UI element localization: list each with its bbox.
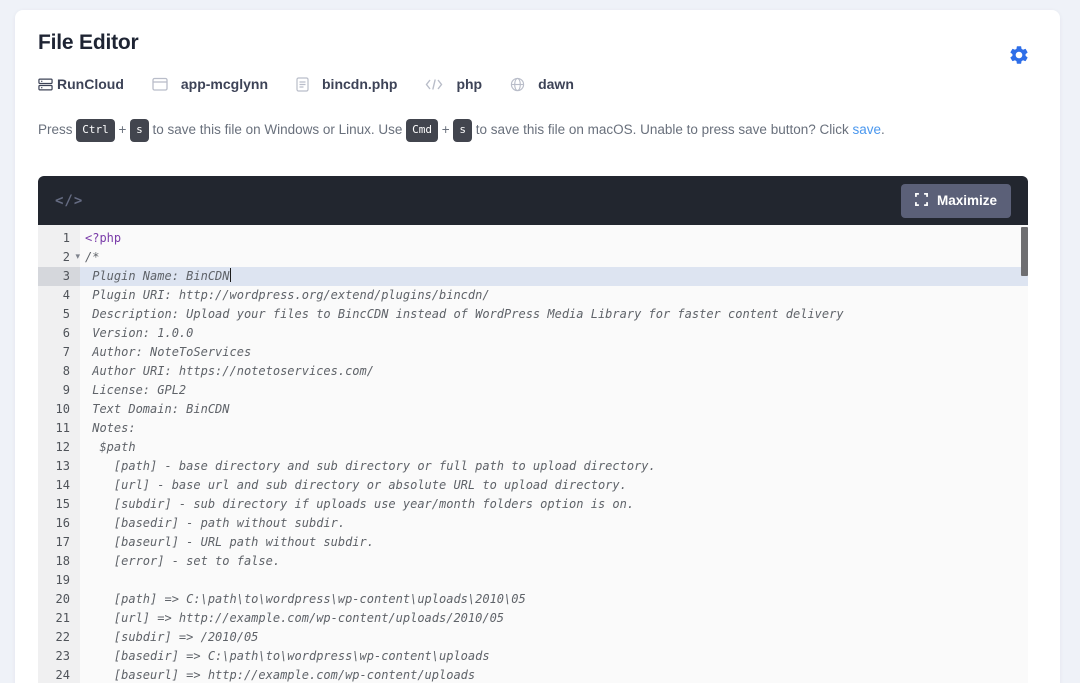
save-link[interactable]: save bbox=[852, 122, 881, 137]
gutter-line-number[interactable]: 21 bbox=[38, 609, 80, 628]
text-cursor bbox=[229, 268, 231, 282]
code-line[interactable]: Author: NoteToServices bbox=[80, 343, 1028, 362]
gutter-line-number[interactable]: 6 bbox=[38, 324, 80, 343]
code-line[interactable]: [error] - set to false. bbox=[80, 552, 1028, 571]
code-line[interactable]: Plugin URI: http://wordpress.org/extend/… bbox=[80, 286, 1028, 305]
gutter-line-number[interactable]: 17 bbox=[38, 533, 80, 552]
breadcrumb-label: dawn bbox=[538, 76, 574, 92]
gutter-line-number[interactable]: 1 bbox=[38, 229, 80, 248]
code-editor: </> Maximize 1 2 ▾ 3 4 5 6 7 8 9 10 11 12 13 14 15 16 17 1… bbox=[38, 176, 1028, 683]
gutter-line-number[interactable]: 14 bbox=[38, 476, 80, 495]
instruction-text: . bbox=[881, 122, 885, 137]
window-icon bbox=[152, 77, 168, 92]
code-line[interactable]: Text Domain: BinCDN bbox=[80, 400, 1028, 419]
gutter-line-number[interactable]: 19 bbox=[38, 571, 80, 590]
kbd-s: s bbox=[130, 119, 149, 142]
instruction-text: + bbox=[438, 122, 454, 137]
gutter-line-number[interactable]: 15 bbox=[38, 495, 80, 514]
code-line[interactable]: [subdir] => /2010/05 bbox=[80, 628, 1028, 647]
code-line[interactable]: <?php bbox=[80, 229, 1028, 248]
gutter-line-number[interactable]: 16 bbox=[38, 514, 80, 533]
gutter-line-number[interactable]: 20 bbox=[38, 590, 80, 609]
code-line[interactable]: Description: Upload your files to BincCD… bbox=[80, 305, 1028, 324]
settings-gear-button[interactable] bbox=[1008, 44, 1030, 66]
code-line[interactable]: [baseurl] - URL path without subdir. bbox=[80, 533, 1028, 552]
gutter-line-number[interactable]: 12 bbox=[38, 438, 80, 457]
code-line[interactable]: Plugin Name: BinCDN bbox=[80, 267, 1028, 286]
gear-icon bbox=[1008, 46, 1030, 69]
breadcrumb-label: php bbox=[456, 76, 483, 92]
breadcrumb-item-bincdn-php: bincdn.php bbox=[296, 76, 397, 92]
code-line[interactable]: [url] - base url and sub directory or ab… bbox=[80, 476, 1028, 495]
kbd-cmd: Cmd bbox=[406, 119, 439, 142]
code-line[interactable]: /* bbox=[80, 248, 1028, 267]
instruction-text: to save this file on macOS. Unable to pr… bbox=[472, 122, 853, 137]
code-line[interactable]: [basedir] => C:\path\to\wordpress\wp-con… bbox=[80, 647, 1028, 666]
code-line[interactable]: [basedir] - path without subdir. bbox=[80, 514, 1028, 533]
gutter-line-number[interactable]: 18 bbox=[38, 552, 80, 571]
breadcrumb-label: app-mcglynn bbox=[180, 76, 268, 92]
breadcrumb-item-app-mcglynn: app-mcglynn bbox=[152, 76, 268, 92]
gutter-line-number[interactable]: 4 bbox=[38, 286, 80, 305]
instruction-text: + bbox=[114, 122, 131, 137]
expand-icon bbox=[915, 192, 928, 209]
page-title: File Editor bbox=[38, 31, 139, 54]
breadcrumb-item-dawn: dawn bbox=[510, 76, 574, 92]
gutter-line-number[interactable]: 24 bbox=[38, 666, 80, 683]
instruction-text: Press bbox=[38, 122, 77, 137]
code-line[interactable]: Author URI: https://notetoservices.com/ bbox=[80, 362, 1028, 381]
save-instructions: Press Ctrl + s to save this file on Wind… bbox=[38, 119, 1038, 143]
code-line[interactable] bbox=[80, 571, 1028, 590]
breadcrumb-label: RunCloud bbox=[57, 76, 124, 92]
editor-toolbar: </> Maximize bbox=[38, 176, 1028, 225]
gutter-line-number[interactable]: 9 bbox=[38, 381, 80, 400]
file-editor-card: File Editor RunCloud app-mcglynn bincdn.ph… bbox=[15, 10, 1060, 683]
code-line[interactable]: [subdir] - sub directory if uploads use … bbox=[80, 495, 1028, 514]
breadcrumb-item-php: php bbox=[425, 76, 482, 92]
file-icon bbox=[296, 76, 309, 92]
code-icon bbox=[425, 78, 443, 91]
code-line[interactable]: [path] - base directory and sub director… bbox=[80, 457, 1028, 476]
kbd-ctrl: Ctrl bbox=[76, 119, 115, 142]
maximize-button[interactable]: Maximize bbox=[900, 183, 1011, 218]
code-line[interactable]: License: GPL2 bbox=[80, 381, 1028, 400]
code-line[interactable]: Version: 1.0.0 bbox=[80, 324, 1028, 343]
code-icon: </> bbox=[55, 192, 84, 209]
instruction-text: to save this file on Windows or Linux. U… bbox=[148, 122, 407, 137]
editor-gutter: 1 2 ▾ 3 4 5 6 7 8 9 10 11 12 13 14 15 16 17 18 19 20 21 22 23 24 bbox=[38, 225, 80, 683]
breadcrumb-label: bincdn.php bbox=[322, 76, 398, 92]
gutter-line-number[interactable]: 3 bbox=[38, 267, 80, 286]
kbd-s: s bbox=[453, 119, 473, 142]
gutter-line-number[interactable]: 7 bbox=[38, 343, 80, 362]
code-line[interactable]: Notes: bbox=[80, 419, 1028, 438]
maximize-label: Maximize bbox=[936, 193, 997, 208]
globe-icon bbox=[510, 77, 525, 92]
code-line[interactable]: [baseurl] => http://example.com/wp-conte… bbox=[80, 666, 1028, 683]
gutter-line-number[interactable]: 10 bbox=[38, 400, 80, 419]
breadcrumb-item-runcloud: RunCloud bbox=[38, 76, 124, 92]
gutter-line-number[interactable]: 2 ▾ bbox=[38, 248, 80, 267]
server-icon bbox=[38, 77, 53, 92]
breadcrumb: RunCloud app-mcglynn bincdn.php php dawn bbox=[38, 76, 574, 92]
code-line[interactable]: [path] => C:\path\to\wordpress\wp-conten… bbox=[80, 590, 1028, 609]
gutter-line-number[interactable]: 23 bbox=[38, 647, 80, 666]
code-line[interactable]: [url] => http://example.com/wp-content/u… bbox=[80, 609, 1028, 628]
editor-body[interactable]: 1 2 ▾ 3 4 5 6 7 8 9 10 11 12 13 14 15 16 17 18 19 20 21 22 23 24… bbox=[38, 225, 1028, 683]
code-line[interactable]: $path bbox=[80, 438, 1028, 457]
gutter-line-number[interactable]: 5 bbox=[38, 305, 80, 324]
fold-toggle-icon[interactable]: ▾ bbox=[75, 248, 80, 267]
gutter-line-number[interactable]: 13 bbox=[38, 457, 80, 476]
gutter-line-number[interactable]: 11 bbox=[38, 419, 80, 438]
gutter-line-number[interactable]: 8 bbox=[38, 362, 80, 381]
vertical-scrollbar-thumb[interactable] bbox=[1021, 227, 1028, 276]
gutter-line-number[interactable]: 22 bbox=[38, 628, 80, 647]
code-lines: <?php/* Plugin Name: BinCDN Plugin URI: … bbox=[80, 225, 1028, 683]
